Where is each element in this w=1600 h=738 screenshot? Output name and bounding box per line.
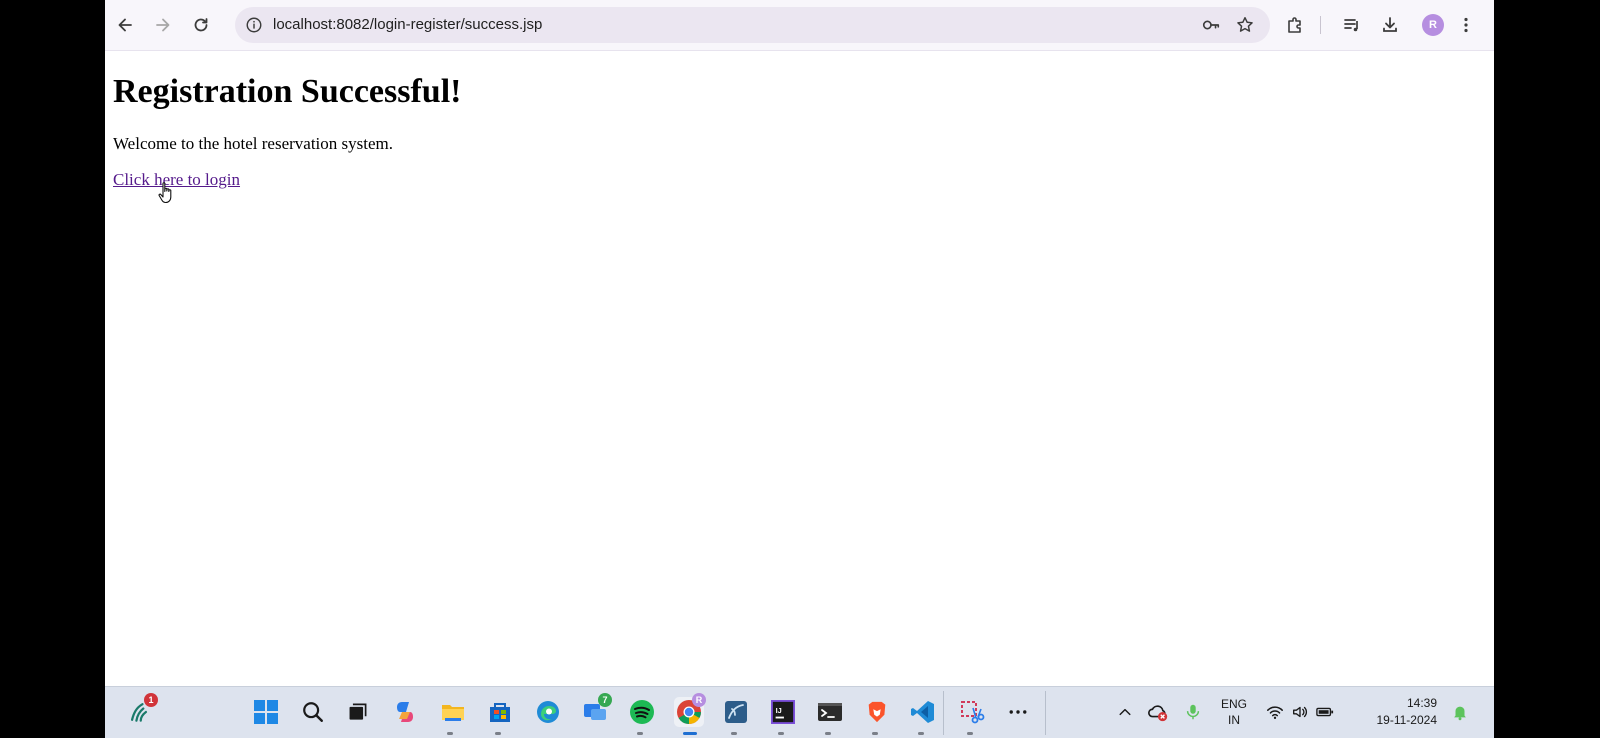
taskbar-divider xyxy=(943,691,944,735)
chrome-profile-badge: R xyxy=(692,693,706,707)
edge-button[interactable] xyxy=(533,697,563,727)
url-text[interactable]: localhost:8082/login-register/success.js… xyxy=(273,16,542,33)
running-indicator xyxy=(872,732,878,735)
clock-time[interactable]: 14:39 xyxy=(1337,696,1437,710)
spotify-button[interactable] xyxy=(627,697,657,727)
wifi-icon xyxy=(1267,706,1283,720)
database-icon xyxy=(725,701,747,723)
taskbar-divider xyxy=(1045,691,1046,735)
more-vertical-icon xyxy=(1464,17,1468,33)
running-indicator xyxy=(447,732,453,735)
battery-status[interactable] xyxy=(1310,697,1340,727)
reload-icon xyxy=(194,18,208,32)
active-indicator xyxy=(683,732,697,735)
language-indicator[interactable]: ENG xyxy=(1215,697,1253,711)
forward-button[interactable] xyxy=(147,9,179,41)
running-indicator xyxy=(778,732,784,735)
start-button[interactable] xyxy=(251,697,281,727)
vscode-button[interactable] xyxy=(908,697,938,727)
region-indicator[interactable]: IN xyxy=(1215,713,1253,727)
running-indicator xyxy=(825,732,831,735)
bell-icon xyxy=(1454,706,1466,721)
vscode-icon xyxy=(911,701,934,723)
intellij-button[interactable]: IJ xyxy=(768,697,798,727)
brave-lion-icon xyxy=(868,701,886,723)
page-title: Registration Successful! xyxy=(113,73,462,110)
store-icon xyxy=(490,703,510,722)
widgets-badge: 1 xyxy=(144,693,158,707)
teams-button[interactable]: 7 xyxy=(580,693,612,727)
svg-text:IJ: IJ xyxy=(776,706,782,715)
widgets-button[interactable]: 1 xyxy=(124,693,158,727)
mysql-workbench-button[interactable] xyxy=(721,697,751,727)
hand-pointer-icon xyxy=(158,182,172,204)
microphone-icon xyxy=(1186,704,1200,720)
running-indicator xyxy=(918,732,924,735)
snipping-tool-button[interactable] xyxy=(957,697,987,727)
task-view-button[interactable] xyxy=(343,697,373,727)
search-icon xyxy=(303,702,323,722)
arrow-left-icon xyxy=(118,18,132,32)
copilot-button[interactable] xyxy=(390,697,420,727)
browser-toolbar: localhost:8082/login-register/success.js… xyxy=(105,0,1494,51)
welcome-message: Welcome to the hotel reservation system. xyxy=(113,134,393,153)
more-horizontal-icon xyxy=(1009,710,1027,714)
puzzle-icon xyxy=(1288,17,1301,33)
downloads-button[interactable] xyxy=(1374,9,1406,41)
more-apps-button[interactable] xyxy=(1003,697,1033,727)
chevron-up-icon xyxy=(1119,708,1131,716)
arrow-right-icon xyxy=(156,18,170,32)
battery-icon xyxy=(1316,707,1334,717)
search-button[interactable] xyxy=(298,697,328,727)
toolbar-separator xyxy=(1320,16,1321,34)
bookmark-star-icon[interactable] xyxy=(1234,14,1256,36)
password-key-icon[interactable] xyxy=(1200,14,1222,36)
task-view-icon xyxy=(349,703,367,720)
file-explorer-button[interactable] xyxy=(438,697,468,727)
spotify-icon xyxy=(630,700,654,724)
back-button[interactable] xyxy=(109,9,141,41)
microphone-status[interactable] xyxy=(1178,697,1208,727)
brave-button[interactable] xyxy=(862,697,892,727)
notifications-button[interactable] xyxy=(1445,697,1475,727)
running-indicator xyxy=(731,732,737,735)
browser-window: localhost:8082/login-register/success.js… xyxy=(105,0,1494,738)
browser-menu-button[interactable] xyxy=(1450,9,1482,41)
copilot-icon xyxy=(397,702,413,722)
taskbar: 1 7 R IJ ENG IN 14:39 19-11-2024 xyxy=(105,686,1494,738)
store-button[interactable] xyxy=(485,697,515,727)
folder-icon xyxy=(442,705,464,721)
intellij-icon: IJ xyxy=(771,700,795,724)
extensions-button[interactable] xyxy=(1279,9,1311,41)
chrome-button[interactable]: R xyxy=(674,693,706,727)
cloud-error-icon xyxy=(1148,705,1168,722)
site-info-icon[interactable] xyxy=(241,12,267,38)
reload-button[interactable] xyxy=(185,9,217,41)
download-icon xyxy=(1383,17,1397,32)
speaker-icon xyxy=(1293,706,1307,718)
terminal-icon xyxy=(818,703,842,721)
running-indicator xyxy=(967,732,973,735)
page-content: Registration Successful! Welcome to the … xyxy=(105,51,1494,686)
onedrive-status[interactable] xyxy=(1143,697,1173,727)
show-hidden-icons-button[interactable] xyxy=(1110,697,1140,727)
media-control-button[interactable] xyxy=(1336,9,1368,41)
teams-badge: 7 xyxy=(598,693,612,707)
address-bar[interactable]: localhost:8082/login-register/success.js… xyxy=(235,7,1270,43)
terminal-button[interactable] xyxy=(815,697,845,727)
windows-logo-icon xyxy=(254,700,278,724)
scissors-icon xyxy=(961,701,985,724)
running-indicator xyxy=(637,732,643,735)
running-indicator xyxy=(495,732,501,735)
clock-date[interactable]: 19-11-2024 xyxy=(1337,713,1438,727)
playlist-icon xyxy=(1344,19,1358,32)
profile-avatar[interactable]: R xyxy=(1422,14,1444,36)
edge-icon xyxy=(537,701,559,723)
